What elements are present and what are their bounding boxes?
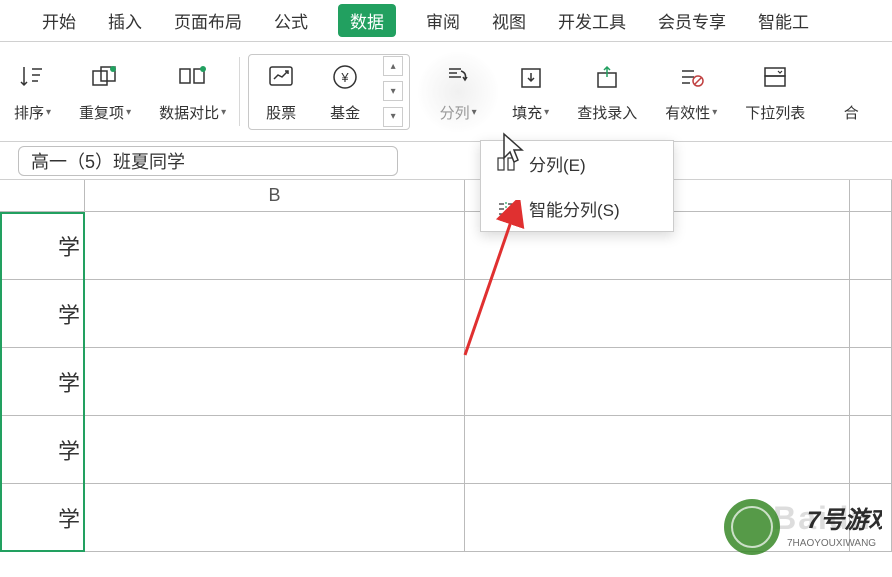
fill-label: 填充	[512, 102, 542, 123]
dropdown-item-label: 分列(E)	[529, 151, 586, 176]
split-column-button[interactable]: 分列▾	[418, 52, 498, 132]
data-compare-label: 数据对比	[159, 102, 219, 123]
find-entry-button[interactable]: 查找录入	[563, 42, 651, 141]
split-column-icon	[440, 60, 476, 96]
validity-label: 有效性	[665, 102, 710, 123]
table-row: 学	[0, 280, 892, 348]
table-row: 学	[0, 416, 892, 484]
formula-bar	[0, 142, 892, 180]
dropdown-arrow-icon: ▾	[544, 107, 549, 118]
formula-input[interactable]	[18, 146, 398, 176]
dropdown-arrow-icon: ▾	[46, 107, 51, 118]
sort-label: 排序	[14, 102, 44, 123]
cell[interactable]: 学	[0, 484, 85, 551]
tab-member[interactable]: 会员专享	[656, 4, 728, 37]
cell[interactable]: 学	[0, 280, 85, 347]
dropdown-item-split[interactable]: 分列(E)	[481, 141, 673, 186]
column-header-b[interactable]: B	[85, 180, 465, 211]
data-type-prev-button[interactable]: ▴	[383, 56, 403, 76]
dropdown-item-smart-split[interactable]: 智能分列(S)	[481, 186, 673, 231]
data-type-more-button[interactable]: ▾	[383, 107, 403, 127]
column-headers: B C	[0, 180, 892, 212]
svg-text:¥: ¥	[341, 70, 350, 85]
merge-button[interactable]: 合	[819, 42, 869, 141]
fill-button[interactable]: 填充▾	[498, 42, 563, 141]
data-compare-icon	[175, 60, 211, 96]
funds-button[interactable]: ¥ 基金	[313, 55, 377, 129]
stocks-label: 股票	[266, 102, 296, 123]
column-header-d[interactable]	[850, 180, 892, 211]
tab-smart[interactable]: 智能工	[756, 4, 811, 37]
svg-text:7HAOYOUXIWANG: 7HAOYOUXIWANG	[787, 538, 876, 549]
funds-label: 基金	[330, 102, 360, 123]
find-entry-label: 查找录入	[577, 102, 637, 123]
sort-button[interactable]: 排序▾	[0, 42, 65, 141]
validity-icon	[673, 60, 709, 96]
ribbon-toolbar: 排序▾ 重复项▾ 数据对比▾	[0, 42, 892, 142]
cell[interactable]	[850, 416, 892, 483]
tab-review[interactable]: 审阅	[424, 4, 462, 37]
fill-icon	[513, 60, 549, 96]
dropdown-arrow-icon: ▾	[221, 107, 226, 118]
dropdown-item-label: 智能分列(S)	[529, 196, 620, 221]
tab-view[interactable]: 视图	[490, 4, 528, 37]
validity-button[interactable]: 有效性▾	[651, 42, 731, 141]
funds-icon: ¥	[327, 60, 363, 96]
dropdown-arrow-icon: ▾	[712, 107, 717, 118]
split-column-label: 分列	[440, 102, 470, 123]
dropdown-arrow-icon: ▾	[472, 107, 477, 118]
dropdown-arrow-icon: ▾	[126, 107, 131, 118]
cell[interactable]	[85, 348, 465, 415]
data-compare-button[interactable]: 数据对比▾	[145, 42, 240, 141]
smart-split-icon	[495, 198, 517, 220]
cell[interactable]	[85, 212, 465, 279]
data-types-more: ▴ ▾ ▾	[377, 54, 409, 130]
watermark-logo: 7号游戏 7HAOYOUXIWANG	[712, 492, 882, 567]
dropdown-list-icon	[757, 60, 793, 96]
duplicates-icon	[87, 60, 123, 96]
column-header-a[interactable]	[0, 180, 85, 211]
cell[interactable]	[85, 280, 465, 347]
data-types-group: 股票 ¥ 基金 ▴ ▾ ▾	[248, 54, 410, 130]
merge-icon	[833, 60, 869, 96]
tab-insert[interactable]: 插入	[106, 4, 144, 37]
duplicates-button[interactable]: 重复项▾	[65, 42, 145, 141]
tab-developer[interactable]: 开发工具	[556, 4, 628, 37]
dropdown-list-button[interactable]: 下拉列表	[731, 42, 819, 141]
cell[interactable]	[85, 484, 465, 551]
stocks-icon	[263, 60, 299, 96]
cell[interactable]	[850, 280, 892, 347]
cell[interactable]	[85, 416, 465, 483]
tab-data[interactable]: 数据	[338, 4, 396, 37]
duplicates-label: 重复项	[79, 102, 124, 123]
stocks-button[interactable]: 股票	[249, 55, 313, 129]
tab-start[interactable]: 开始	[40, 4, 78, 37]
cell[interactable]: 学	[0, 348, 85, 415]
table-row: 学	[0, 348, 892, 416]
tab-page-layout[interactable]: 页面布局	[172, 4, 244, 37]
tab-formula[interactable]: 公式	[272, 4, 310, 37]
tab-bar: 开始 插入 页面布局 公式 数据 审阅 视图 开发工具 会员专享 智能工	[0, 0, 892, 42]
cell[interactable]	[465, 280, 850, 347]
cell[interactable]	[850, 212, 892, 279]
sort-icon	[15, 60, 51, 96]
split-column-dropdown: 分列(E) 智能分列(S)	[480, 140, 674, 232]
find-entry-icon	[589, 60, 625, 96]
merge-label: 合	[844, 102, 859, 123]
dropdown-list-label: 下拉列表	[745, 102, 805, 123]
svg-text:7号游戏: 7号游戏	[807, 507, 882, 534]
table-row: 学	[0, 212, 892, 280]
cell[interactable]: 学	[0, 416, 85, 483]
split-icon	[495, 153, 517, 175]
cell[interactable]	[850, 348, 892, 415]
cell[interactable]	[465, 416, 850, 483]
data-type-next-button[interactable]: ▾	[383, 81, 403, 101]
cell[interactable]: 学	[0, 212, 85, 279]
cell[interactable]	[465, 348, 850, 415]
